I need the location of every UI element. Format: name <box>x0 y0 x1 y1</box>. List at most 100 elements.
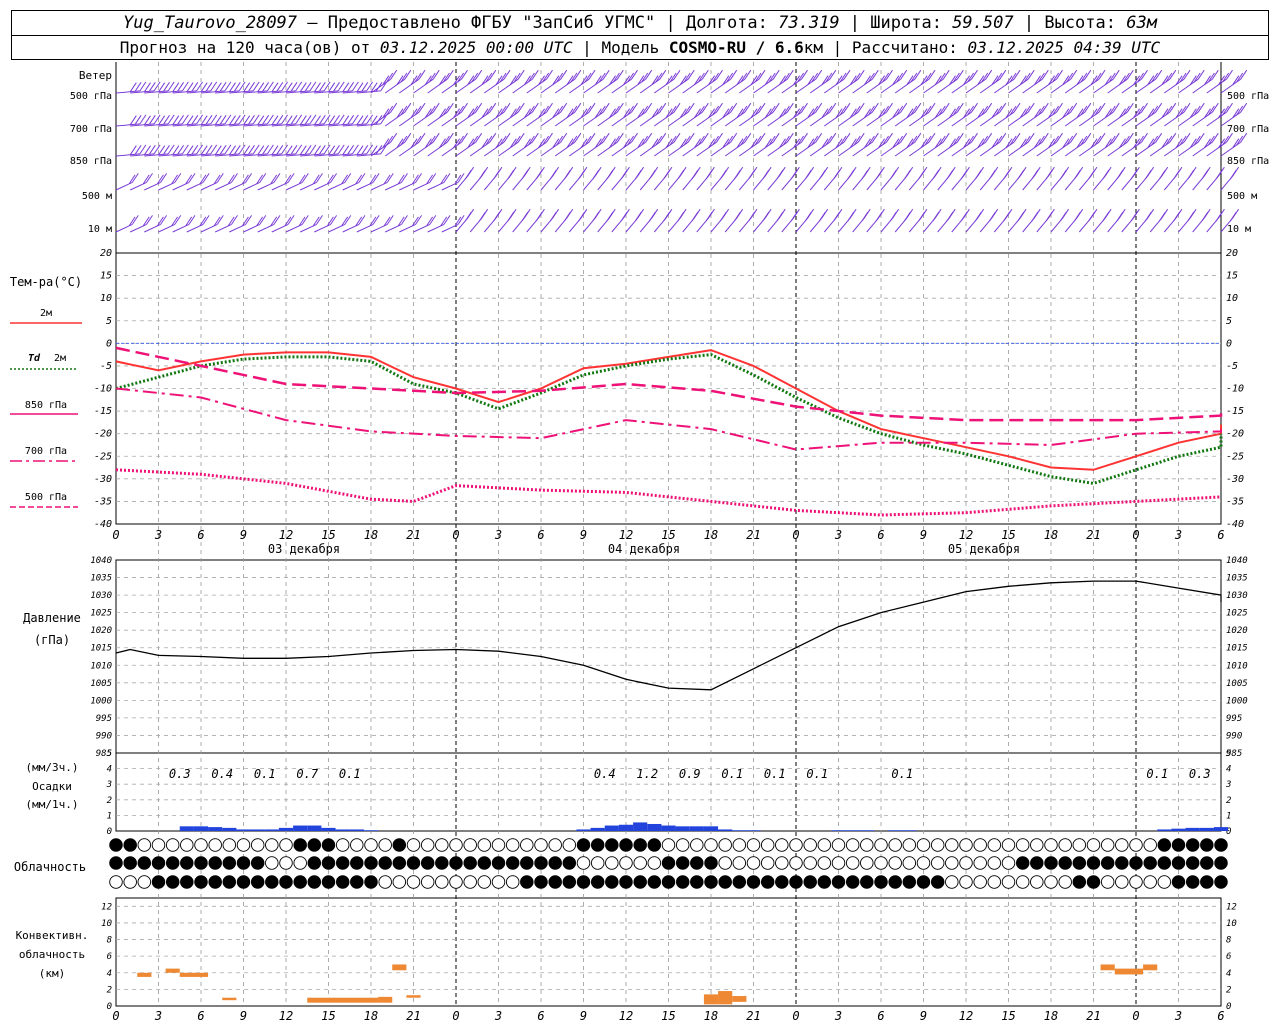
wind-barb-feather <box>903 211 911 222</box>
cloud-cover-circle <box>491 875 506 889</box>
wind-barb-feather <box>1144 211 1152 222</box>
wind-barb-feather <box>563 211 571 222</box>
temp-ytick-right: -10 <box>1226 384 1244 395</box>
wind-barb-feather <box>804 211 812 222</box>
precip-bar <box>831 830 846 831</box>
cloud-cover-circle <box>265 875 279 889</box>
cloud-cover-circle <box>463 856 477 870</box>
cloud-cover-circle <box>1200 856 1214 870</box>
cloud-cover-circle <box>845 838 860 852</box>
wind-barb-feather <box>1073 169 1081 180</box>
temp-ytick-right: -30 <box>1226 474 1244 485</box>
temp-ytick-left: 0 <box>106 338 112 349</box>
cloud-cover-circle <box>605 856 619 870</box>
cloud-cover-circle <box>165 875 180 889</box>
time-tick-conv: 0 <box>1132 1009 1139 1023</box>
wind-level-850hpa-right: 850 гПа <box>1227 156 1269 167</box>
temp-series-t500 <box>115 468 1222 517</box>
pressure-ytick-left: 1005 <box>90 679 112 689</box>
cloud-cover-circle <box>1143 838 1157 852</box>
cloud-cover-circle <box>661 856 676 870</box>
conv-ytick-right: 8 <box>1226 936 1231 946</box>
wind-barb-feather <box>1158 211 1166 222</box>
time-tick-conv: 6 <box>877 1009 884 1023</box>
precip-bar <box>590 827 605 831</box>
conv-cloud-bar <box>406 995 421 998</box>
precip-bar <box>335 829 350 831</box>
time-tick-conv: 0 <box>452 1009 459 1023</box>
cloud-cover-circle <box>576 875 591 889</box>
cloud-cover-circle <box>973 856 987 870</box>
wind-barb-feather <box>1102 211 1110 222</box>
wind-barb-feather <box>634 211 642 222</box>
cloud-cover-circle <box>250 838 265 852</box>
pressure-ytick-right: 1025 <box>1226 609 1248 619</box>
precip-bar <box>746 830 761 831</box>
wind-barb-feather <box>889 169 897 180</box>
cloud-cover-circle <box>265 856 279 870</box>
cloud-cover-circle <box>1100 856 1115 870</box>
cloud-cover-circle <box>293 856 307 870</box>
cloud-cover-circle <box>364 875 378 889</box>
pressure-ytick-right: 1000 <box>1226 696 1248 706</box>
wind-barb-feather <box>847 211 855 222</box>
cloud-cover-circle <box>987 875 1002 889</box>
precip-bar <box>363 830 379 831</box>
wind-barb-feather <box>1059 211 1067 222</box>
cloud-cover-circle <box>732 838 747 852</box>
temp-ytick-right: 20 <box>1226 248 1238 259</box>
wind-barb-feather <box>1144 169 1152 180</box>
pressure-ytick-left: 1040 <box>90 556 112 566</box>
precip-bar <box>888 830 903 831</box>
precip-bar <box>703 826 719 831</box>
conv-ytick-left: 12 <box>101 902 112 912</box>
time-tick-conv: 21 <box>1086 1009 1100 1023</box>
wind-barb-feather <box>1201 169 1209 180</box>
cloud-cover-circle <box>1129 875 1143 889</box>
pressure-ytick-right: 1035 <box>1226 574 1248 584</box>
temp-ytick-left: -10 <box>94 384 112 395</box>
wind-barb-feather <box>1229 169 1237 180</box>
cloud-cover-circle <box>690 856 704 870</box>
cloud-cover-circle <box>860 875 874 889</box>
cloud-cover-circle <box>619 856 633 870</box>
cloud-cover-circle <box>562 875 577 889</box>
temp-ytick-left: 20 <box>100 248 112 259</box>
cloud-cover-circle <box>845 875 860 889</box>
temp-ytick-right: -40 <box>1226 519 1244 530</box>
cloud-cover-circle <box>477 838 492 852</box>
cloud-cover-circle <box>236 875 251 889</box>
precip-3h-label: 0.7 <box>296 767 318 781</box>
time-tick-temp: 18 <box>364 528 378 542</box>
cloud-cover-circle <box>520 875 534 889</box>
wind-barb-feather <box>818 169 826 180</box>
precip-3h-label: 0.1 <box>254 767 276 781</box>
precip-bar <box>859 830 874 831</box>
temp-ytick-left: -5 <box>100 361 112 372</box>
wind-barb-feather <box>1229 211 1237 222</box>
wind-barb-feather <box>946 211 954 222</box>
pressure-ytick-right: 1005 <box>1226 679 1248 689</box>
legend-t850-label: 850 гПа <box>25 400 67 411</box>
wind-barb-feather <box>932 211 940 222</box>
cloud-cover-circle <box>590 875 605 889</box>
cloud-cover-circle <box>123 856 137 870</box>
precip-bar <box>349 829 364 831</box>
wind-barb-feather <box>592 169 600 180</box>
cloud-cover-circle <box>194 875 208 889</box>
wind-barb-shaft <box>299 181 317 191</box>
wind-barb-feather <box>1059 169 1067 180</box>
precip-bar <box>689 826 704 831</box>
pressure-ytick-left: 1000 <box>90 696 112 706</box>
precip-bar <box>633 822 648 831</box>
cloud-cover-circle <box>236 856 251 870</box>
wind-barb-feather <box>1102 169 1110 180</box>
pressure-ytick-right: 1015 <box>1226 644 1248 654</box>
wind-barb-feather <box>733 169 741 180</box>
precip-3h-label: 0.3 <box>169 767 191 781</box>
wind-barb-feather <box>719 211 727 222</box>
cloud-cover-circle <box>746 856 761 870</box>
temp-ytick-right: 15 <box>1226 271 1238 282</box>
wind-barb-feather <box>861 169 869 180</box>
legend-t500-label: 500 гПа <box>25 492 67 503</box>
